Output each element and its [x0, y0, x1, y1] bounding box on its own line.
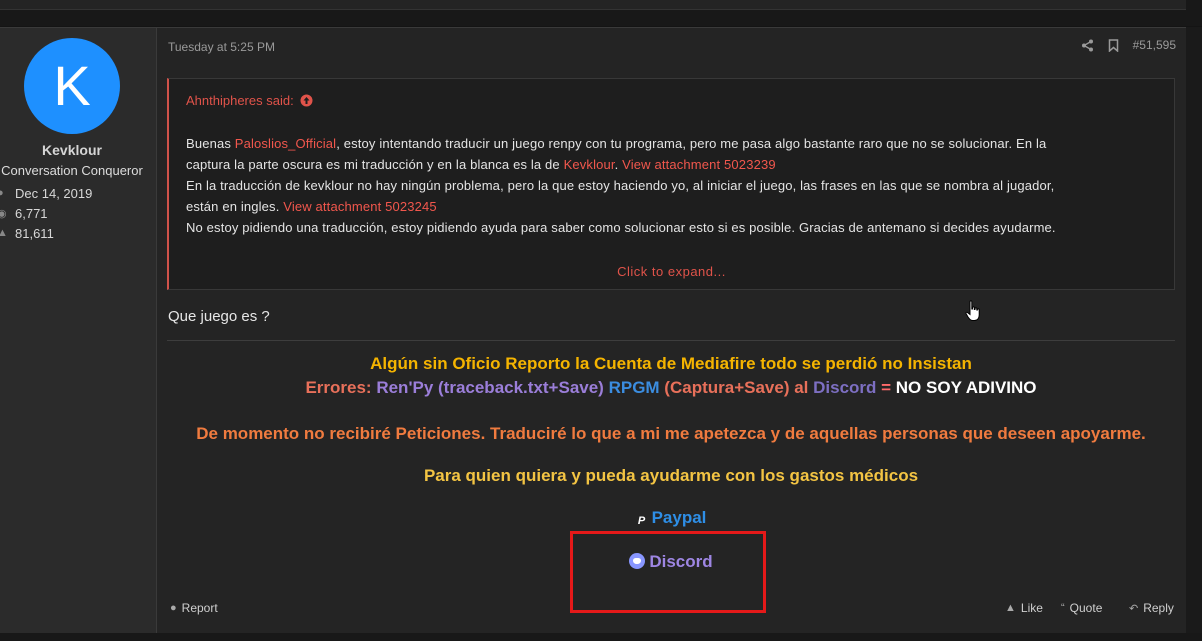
arrow-up-circle-icon[interactable]	[300, 94, 313, 107]
quote-text: En la traducción de kevklour no hay ning…	[186, 178, 1055, 193]
post-message: K Kevklour Conversation Conqueror ● Dec …	[0, 27, 1186, 634]
stat-reactions: ▲ 81,611	[0, 224, 54, 242]
bottom-bar	[0, 633, 1202, 641]
rpgm-detail: (Captura+Save) al	[659, 378, 814, 397]
messages-icon: ◉	[0, 207, 7, 220]
reaction-count: 81,611	[15, 225, 54, 241]
reply-arrow-icon: ↶	[1129, 602, 1139, 615]
username[interactable]: Kevklour	[0, 142, 144, 158]
quote-block: Ahnthipheres said: Buenas Paloslios_Offi…	[167, 78, 1175, 290]
renpy-detail: (traceback.txt+Save)	[433, 378, 609, 397]
thumbs-up-icon: ▲	[1005, 602, 1016, 614]
quote-author[interactable]: Ahnthipheres said:	[186, 93, 294, 108]
stat-joined: ● Dec 14, 2019	[0, 184, 92, 202]
joined-date: Dec 14, 2019	[15, 185, 93, 201]
quote-icon: “	[1061, 602, 1065, 614]
avatar[interactable]: K	[24, 38, 120, 134]
equals-sign: =	[876, 378, 896, 397]
quote-text: Buenas	[186, 136, 235, 151]
quote-text: No estoy pidiendo una traducción, estoy …	[186, 220, 1056, 235]
attachment-link-2[interactable]: View attachment 5023245	[283, 199, 437, 214]
signature-line-1: Algún sin Oficio Reporto la Cuenta de Me…	[370, 354, 972, 373]
discord-word: Discord	[813, 378, 877, 397]
paypal-icon: P	[637, 515, 646, 527]
rpgm-label: RPGM	[608, 378, 660, 397]
quote-body: Buenas Paloslios_Official, estoy intenta…	[186, 133, 1161, 238]
mention-paloslios[interactable]: Paloslios_Official	[235, 136, 336, 151]
top-bar	[0, 0, 1202, 26]
signature-divider	[167, 340, 1175, 341]
reply-text: Que juego es ?	[168, 308, 270, 325]
highlight-box	[570, 531, 766, 613]
stat-messages: ◉ 6,771	[0, 204, 48, 222]
post-actions-top: #51,595	[1081, 38, 1176, 52]
alert-icon: ●	[170, 602, 177, 614]
signature-line-2: Errores: Ren'Py (traceback.txt+Save) RPG…	[167, 378, 1175, 398]
thumbs-up-icon: ▲	[0, 227, 8, 239]
hand-cursor-icon	[965, 300, 980, 321]
post-number[interactable]: #51,595	[1133, 38, 1176, 52]
paypal-link[interactable]: Paypal	[652, 508, 707, 527]
reply-button[interactable]: ↶ Reply	[1129, 601, 1174, 615]
reply-label: Reply	[1143, 601, 1174, 615]
quote-button[interactable]: “ Quote	[1061, 601, 1102, 615]
quote-text: están en ingles.	[186, 199, 284, 214]
errors-label: Errores:	[305, 378, 377, 397]
quote-text: , estoy intentando traducir un juego ren…	[336, 136, 1047, 151]
scroll-gutter[interactable]	[1186, 27, 1202, 633]
signature-line-3: De momento no recibiré Peticiones. Tradu…	[196, 424, 1146, 443]
quote-label: Quote	[1069, 601, 1103, 615]
attachment-link-1[interactable]: View attachment 5023239	[622, 157, 776, 172]
user-title: Conversation Conqueror	[1, 163, 143, 178]
renpy-label: Ren'Py	[376, 378, 434, 397]
share-icon[interactable]	[1081, 39, 1094, 52]
paypal-row: P Paypal	[167, 508, 1175, 529]
user-icon: ●	[0, 187, 4, 199]
report-button[interactable]: ● Report	[170, 601, 218, 615]
report-label: Report	[181, 601, 218, 615]
post-date[interactable]: Tuesday at 5:25 PM	[168, 40, 275, 54]
previous-post-edge	[0, 0, 1186, 10]
bookmark-icon[interactable]	[1108, 38, 1119, 52]
signature-line-4: Para quien quiera y pueda ayudarme con l…	[423, 466, 919, 485]
like-button[interactable]: ▲ Like	[1005, 601, 1043, 615]
message-count: 6,771	[15, 205, 48, 221]
no-soy-adivino: NO SOY ADIVINO	[895, 378, 1037, 397]
user-pane: K Kevklour Conversation Conqueror ● Dec …	[0, 28, 157, 634]
click-to-expand[interactable]: Click to expand...	[169, 264, 1174, 279]
quote-text: captura la parte oscura es mi traducción…	[186, 157, 564, 172]
mention-kevklour[interactable]: Kevklour	[564, 157, 615, 172]
like-label: Like	[1020, 601, 1043, 615]
quote-header[interactable]: Ahnthipheres said:	[186, 93, 313, 108]
